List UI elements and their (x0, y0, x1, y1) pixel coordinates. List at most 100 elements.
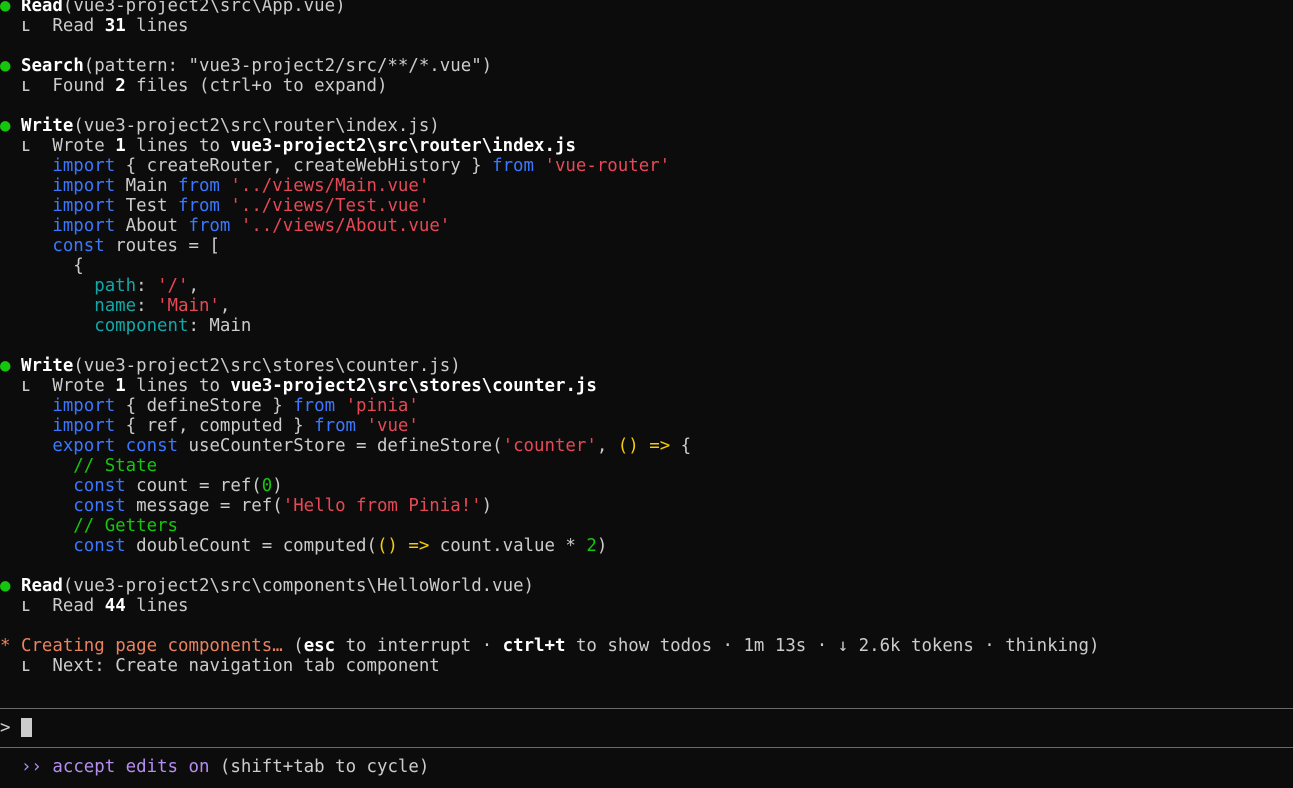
activity-title: Creating page components… (20, 636, 283, 656)
code-text: count.value * (429, 536, 587, 556)
tool-args: (vue3-project2\src\components\HelloWorld… (62, 576, 535, 596)
prompt-input[interactable]: > (0, 718, 32, 738)
bullet-icon: ● (0, 576, 11, 596)
elbow-icon: ʟ (20, 16, 32, 36)
tool-name: Write (20, 356, 74, 376)
tool-args: (pattern: "vue3-project2/src/**/*.vue") (83, 56, 493, 76)
code-string: 'Hello from Pinia!' (282, 496, 482, 516)
result-text: lines to (125, 376, 231, 396)
code-line: const message = ref('Hello from Pinia!') (0, 496, 1293, 516)
result-text: Wrote (52, 376, 116, 396)
result-text: lines (125, 16, 189, 36)
code-number: 2 (586, 536, 597, 556)
code-number: 0 (261, 476, 273, 496)
code-keyword: import (52, 216, 116, 236)
code-line: import { defineStore } from 'pinia' (0, 396, 1293, 416)
elbow-icon: ʟ (20, 596, 32, 616)
result-count: 1 (115, 136, 126, 156)
result-text: lines (125, 596, 189, 616)
next-task-line: ʟ Next: Create navigation tab component (0, 656, 1293, 676)
code-line: // Getters (0, 516, 1293, 536)
code-text: Main (115, 176, 179, 196)
input-top-divider (0, 708, 1293, 709)
code-comment: // Getters (73, 516, 178, 536)
bullet-icon: ● (0, 56, 11, 76)
code-arrow: => (638, 436, 681, 456)
code-line: import About from '../views/About.vue' (0, 216, 1293, 236)
code-keyword: import (52, 396, 116, 416)
code-string: 'vue' (366, 416, 419, 436)
code-text: , (596, 436, 618, 456)
code-string: '../views/About.vue' (240, 216, 451, 236)
code-keyword: const (73, 476, 126, 496)
result-text: Read (52, 596, 105, 616)
code-text: routes = [ (104, 236, 220, 256)
code-keyword: export (52, 436, 116, 456)
code-keyword: const (73, 496, 126, 516)
code-text: doubleCount = computed( (125, 536, 377, 556)
code-text: { defineStore } (115, 396, 294, 416)
tool-name: Read (20, 0, 63, 16)
elbow-icon: ʟ (20, 376, 32, 396)
input-bottom-divider (0, 747, 1293, 748)
prompt-symbol: > (0, 718, 11, 738)
tool-result-line: ʟ Wrote 1 lines to vue3-project2\src\rou… (0, 136, 1293, 156)
code-punct: () (617, 436, 639, 456)
code-line: component: Main (94, 316, 252, 336)
tool-name: Search (20, 56, 84, 76)
code-line: import { ref, computed } from 'vue' (0, 416, 1293, 436)
code-line: const count = ref(0) (0, 476, 1293, 496)
code-keyword: import (52, 416, 116, 436)
code-text: { ref, computed } (115, 416, 315, 436)
tool-result-line: ʟ Found 2 files (ctrl+o to expand) (0, 76, 1293, 96)
tool-result-line: ʟ Read 44 lines (0, 596, 1293, 616)
file-path: vue3-project2\src\router\index.js (230, 136, 576, 156)
code-keyword: from (178, 196, 220, 216)
result-text: lines to (125, 136, 231, 156)
code-text: { (680, 436, 692, 456)
elbow-icon: ʟ (20, 76, 32, 96)
result-count: 2 (115, 76, 126, 96)
tool-call-line: ● Search(pattern: "vue3-project2/src/**/… (0, 56, 1293, 76)
tool-args: (vue3-project2\src\stores\counter.js) (73, 356, 461, 376)
code-string: 'vue-router' (544, 156, 671, 176)
elbow-icon: ʟ (20, 656, 32, 676)
code-line: name: 'Main', (94, 296, 231, 316)
code-line: import Test from '../views/Test.vue' (0, 196, 1293, 216)
code-text: useCounterStore = defineStore( (178, 436, 503, 456)
elbow-icon: ʟ (20, 136, 32, 156)
code-keyword: from (293, 396, 336, 416)
tool-result-line: ʟ Read 31 lines (0, 16, 1293, 36)
mode-status-bar: ›› accept edits on (shift+tab to cycle) (0, 757, 429, 777)
result-count: 44 (104, 596, 126, 616)
code-keyword: from (314, 416, 357, 436)
code-string: '../views/Test.vue' (230, 196, 430, 216)
spinner-icon: * (0, 636, 11, 656)
tool-args: (vue3-project2\src\router\index.js) (73, 116, 440, 136)
code-string: 'pinia' (345, 396, 419, 416)
terminal-transcript: ● Read(vue3-project2\src\App.vue) ʟ Read… (0, 0, 1293, 676)
ctrl-t-key-hint: ctrl+t (502, 636, 566, 656)
code-keyword: from (178, 176, 220, 196)
code-line: export const useCounterStore = defineSto… (0, 436, 1293, 456)
tool-call-line: ● Read(vue3-project2\src\components\Hell… (0, 576, 1293, 596)
edit-mode-indicator[interactable]: accept edits on (52, 757, 209, 777)
code-line: const doubleCount = computed(() => count… (0, 536, 1293, 556)
esc-key-hint: esc (303, 636, 336, 656)
tool-call-line: ● Read(vue3-project2\src\App.vue) (0, 0, 1293, 16)
code-property: component (94, 316, 189, 336)
code-keyword: from (188, 216, 231, 236)
code-punct: () (376, 536, 398, 556)
code-comment: // State (73, 456, 158, 476)
code-keyword: from (492, 156, 534, 176)
code-keyword: import (52, 156, 116, 176)
activity-line: * Creating page components… (esc to inte… (0, 636, 1293, 656)
activity-text: ( (282, 636, 304, 656)
next-task-text: Next: Create navigation tab component (52, 656, 440, 676)
bullet-icon: ● (0, 116, 11, 136)
tool-name: Read (20, 576, 63, 596)
code-keyword: const (73, 536, 126, 556)
activity-text: to show todos · 1m 13s · ↓ 2.6k tokens ·… (565, 636, 1100, 656)
bullet-icon: ● (0, 356, 11, 376)
tool-args: (vue3-project2\src\App.vue) (62, 0, 346, 16)
